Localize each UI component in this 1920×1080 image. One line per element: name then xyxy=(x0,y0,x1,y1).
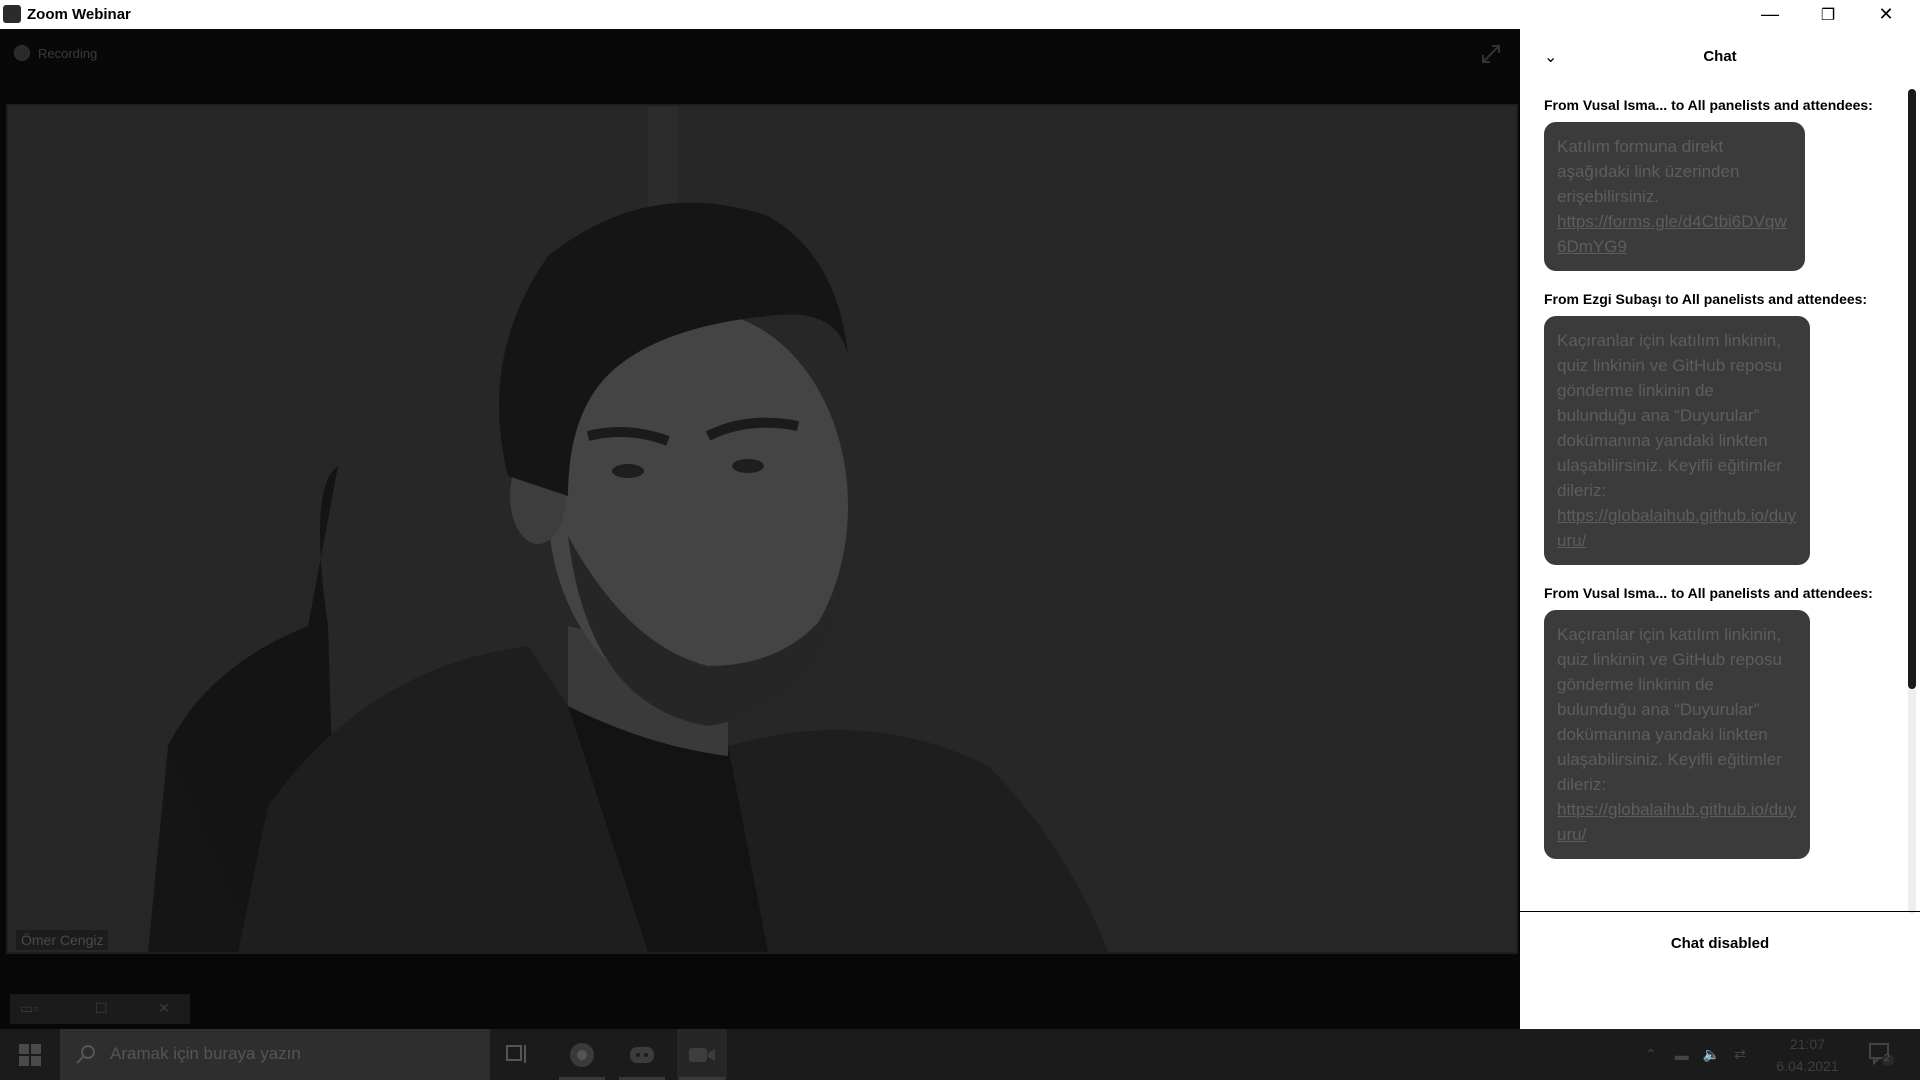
minimized-window-controls: ▭▫ ☐ ✕ xyxy=(10,994,190,1024)
notification-count: 2 xyxy=(1884,1053,1890,1064)
zoom-app-icon xyxy=(3,5,21,23)
volume-icon[interactable]: 🔈 xyxy=(1703,1046,1720,1063)
windows-logo-icon xyxy=(19,1043,41,1066)
message-sender: From Vusal Isma... to All panelists and … xyxy=(1544,585,1873,601)
chat-message: From Ezgi Subaşı to All panelists and at… xyxy=(1544,291,1894,565)
taskbar-app-discord[interactable] xyxy=(617,1029,667,1080)
chat-message: From Vusal Isma... to All panelists and … xyxy=(1544,585,1894,859)
chat-message-list: From Vusal Isma... to All panelists and … xyxy=(1544,97,1894,879)
message-bubble: Kaçıranlar için katılım linkinin, quiz l… xyxy=(1544,316,1810,565)
maximize-mini-icon[interactable]: ☐ xyxy=(95,1000,108,1017)
recording-label: Recording xyxy=(38,45,98,61)
search-icon xyxy=(76,1045,95,1064)
battery-icon[interactable]: ▬ xyxy=(1675,1047,1689,1063)
discord-icon xyxy=(630,1046,654,1063)
chat-panel: ⌄ Chat From Vusal Isma... to All panelis… xyxy=(1520,29,1920,1029)
taskbar: Aramak için buraya yazın ⌃ ▬ 🔈 ⇄ 21:07 6… xyxy=(0,1029,1920,1080)
chrome-icon xyxy=(570,1042,594,1067)
message-text: Kaçıranlar için katılım linkinin, quiz l… xyxy=(1557,331,1782,500)
recording-icon xyxy=(14,45,30,61)
minimize-button[interactable]: — xyxy=(1742,0,1798,29)
window-title: Zoom Webinar xyxy=(27,6,131,23)
system-tray: ⌃ ▬ 🔈 ⇄ xyxy=(1645,1029,1746,1080)
chat-message: From Vusal Isma... to All panelists and … xyxy=(1544,97,1894,271)
message-link[interactable]: https://globalaihub.github.io/duyuru/ xyxy=(1557,797,1797,847)
task-view-icon[interactable] xyxy=(505,1043,529,1065)
message-sender: From Ezgi Subaşı to All panelists and at… xyxy=(1544,291,1868,307)
taskbar-app-chrome[interactable] xyxy=(557,1029,607,1080)
participant-name-tag: Ömer Cengiz xyxy=(16,930,109,950)
message-text: Kaçıranlar için katılım linkinin, quiz l… xyxy=(1557,625,1782,794)
message-text: Katılım formuna direkt aşağıdaki link üz… xyxy=(1557,137,1740,206)
chevron-up-icon[interactable]: ⌃ xyxy=(1645,1046,1657,1063)
notification-icon xyxy=(1869,1043,1894,1066)
message-bubble: Katılım formuna direkt aşağıdaki link üz… xyxy=(1544,122,1805,271)
taskbar-clock[interactable]: 21:07 6.04.2021 xyxy=(1770,1033,1845,1077)
speaker-image xyxy=(8,106,1516,952)
clock-date: 6.04.2021 xyxy=(1776,1058,1839,1074)
notification-center-button[interactable]: 2 xyxy=(1868,1041,1894,1072)
message-sender: From Vusal Isma... to All panelists and … xyxy=(1544,97,1873,113)
windows-start-button[interactable] xyxy=(0,1029,60,1080)
message-bubble: Kaçıranlar için katılım linkinin, quiz l… xyxy=(1544,610,1810,859)
chat-divider xyxy=(1520,911,1920,912)
search-placeholder: Aramak için buraya yazın xyxy=(110,1044,301,1063)
title-bar: Zoom Webinar — ❐ ✕ xyxy=(0,0,1920,29)
restore-button[interactable]: ❐ xyxy=(1800,0,1856,29)
message-link[interactable]: https://globalaihub.github.io/duyuru/ xyxy=(1557,503,1797,553)
taskbar-app-zoom[interactable] xyxy=(677,1029,727,1080)
message-link[interactable]: https://forms.gle/d4Ctbi6DVqw6DmYG9 xyxy=(1557,209,1792,259)
chat-header: ⌄ Chat xyxy=(1520,29,1920,85)
close-mini-icon[interactable]: ✕ xyxy=(158,1000,170,1017)
chat-scroll-thumb[interactable] xyxy=(1908,89,1916,689)
video-area: Recording Ömer Cengiz ▭▫ ☐ ✕ xyxy=(0,29,1520,1029)
zoom-icon xyxy=(689,1047,715,1062)
taskbar-search[interactable]: Aramak için buraya yazın xyxy=(60,1029,490,1080)
chat-status: Chat disabled xyxy=(1670,935,1770,952)
network-icon[interactable]: ⇄ xyxy=(1734,1046,1746,1063)
chat-title: Chat xyxy=(1703,48,1737,65)
speaker-video: Ömer Cengiz xyxy=(6,104,1518,954)
fullscreen-icon[interactable] xyxy=(1480,43,1502,65)
clock-time: 21:07 xyxy=(1789,1036,1826,1052)
close-button[interactable]: ✕ xyxy=(1858,0,1914,29)
video-camera-icon[interactable]: ▭▫ xyxy=(20,1000,38,1017)
chat-scrollbar[interactable] xyxy=(1908,89,1916,914)
recording-indicator: Recording xyxy=(14,45,97,61)
